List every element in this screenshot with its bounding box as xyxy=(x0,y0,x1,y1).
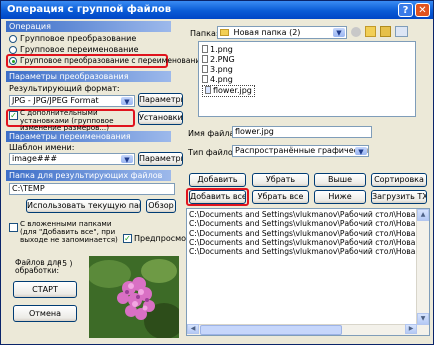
back-icon[interactable] xyxy=(351,27,361,37)
file-name: flower.jpg xyxy=(213,86,252,95)
chevron-down-icon[interactable]: ▼ xyxy=(121,97,133,106)
file-name: 1.png xyxy=(210,45,233,54)
start-button[interactable]: СТАРТ xyxy=(13,281,77,298)
filename-input[interactable]: flower.jpg xyxy=(232,126,372,138)
remove-button[interactable]: Убрать xyxy=(252,173,309,187)
use-current-folder-button[interactable]: Использовать текущую папку xyxy=(26,199,141,213)
folder-label: Папка: xyxy=(190,29,219,38)
conversion-header: Параметры преобразования xyxy=(6,71,171,82)
down-button[interactable]: Ниже xyxy=(314,190,366,204)
output-header: Папка для результирующих файлов xyxy=(6,170,171,181)
format-value: JPG - JPG/JPEG Format xyxy=(12,96,99,105)
cancel-button[interactable]: Отмена xyxy=(13,305,77,322)
load-txt-button[interactable]: Загрузить TXT xyxy=(371,190,427,204)
chevron-down-icon[interactable]: ▼ xyxy=(333,28,345,37)
advanced-label: С дополнительными установками (групповое… xyxy=(20,109,132,132)
preview-checkbox[interactable]: ✓ xyxy=(123,234,132,243)
file-name: 2.PNG xyxy=(210,55,235,64)
title-bar: Операция с группой файлов xyxy=(1,1,433,19)
option-group-convert-label: Групповое преобразование xyxy=(20,34,137,43)
list-item[interactable]: 4.png xyxy=(202,75,233,85)
queue-rows: C:\Documents and Settings\vlukmanov\Рабо… xyxy=(187,210,417,256)
chevron-down-icon[interactable]: ▼ xyxy=(121,155,133,164)
settings-button[interactable]: Установки xyxy=(138,111,183,125)
scroll-up-icon[interactable]: ▲ xyxy=(417,209,429,221)
remove-all-button[interactable]: Убрать все xyxy=(252,190,309,204)
folder-icon xyxy=(220,29,229,36)
template-value: image### xyxy=(12,154,58,163)
subfolders-label: С вложенными папками (для "Добавить все"… xyxy=(20,220,120,244)
file-icon xyxy=(202,65,208,73)
scroll-right-icon[interactable]: ▶ xyxy=(405,324,417,334)
table-row[interactable]: C:\Documents and Settings\vlukmanov\Рабо… xyxy=(187,247,417,256)
table-row[interactable]: C:\Documents and Settings\vlukmanov\Рабо… xyxy=(187,210,417,219)
folder-value: Новая папка (2) xyxy=(233,28,301,37)
operation-header: Операция xyxy=(6,21,171,32)
output-path-input[interactable]: C:\TEMP xyxy=(9,183,175,195)
subfolders-text: С вложенными папками (для "Добавить все"… xyxy=(20,219,118,244)
view-menu-icon[interactable] xyxy=(395,26,408,37)
scroll-down-icon[interactable]: ▼ xyxy=(417,313,429,325)
list-item[interactable]: 1.png xyxy=(202,45,233,55)
file-list[interactable]: 1.png 2.PNG 3.png 4.png flower.jpg xyxy=(198,41,416,117)
up-button[interactable]: Выше xyxy=(314,173,366,187)
files-label-text: Файлов для обработки: xyxy=(15,258,62,275)
scroll-left-icon[interactable]: ◀ xyxy=(187,324,199,334)
file-icon xyxy=(202,75,208,83)
window-title: Операция с группой файлов xyxy=(7,4,172,15)
close-button[interactable]: ✕ xyxy=(415,3,430,17)
sort-button[interactable]: Сортировка xyxy=(371,173,427,187)
up-folder-icon[interactable] xyxy=(365,26,376,37)
browse-button[interactable]: Обзор xyxy=(146,199,176,213)
scroll-thumb[interactable] xyxy=(200,325,342,335)
table-row[interactable]: C:\Documents and Settings\vlukmanov\Рабо… xyxy=(187,219,417,228)
add-button[interactable]: Добавить xyxy=(189,173,246,187)
template-combo[interactable]: image### ▼ xyxy=(9,153,135,165)
help-button[interactable]: ? xyxy=(398,3,413,17)
preview-image xyxy=(89,256,179,338)
list-item[interactable]: flower.jpg xyxy=(202,85,255,97)
filetype-value: Распространённые графические файлы xyxy=(235,146,369,155)
option-convert-rename-label: Групповое преобразование с переименовани… xyxy=(20,56,211,65)
filetype-select[interactable]: Распространённые графические файлы ▼ xyxy=(232,145,369,157)
queue-list[interactable]: C:\Documents and Settings\vlukmanov\Рабо… xyxy=(186,208,430,336)
radio-group-convert[interactable] xyxy=(9,35,17,43)
format-label: Результирующий формат: xyxy=(9,84,120,93)
template-label: Шаблон имени: xyxy=(9,143,75,152)
vertical-scrollbar[interactable]: ▲ ▼ xyxy=(416,209,429,335)
file-name: 3.png xyxy=(210,65,233,74)
chevron-down-icon[interactable]: ▼ xyxy=(355,147,367,156)
radio-convert-rename[interactable] xyxy=(9,57,17,65)
list-item[interactable]: 2.PNG xyxy=(202,55,235,65)
horizontal-scrollbar[interactable]: ◀ ▶ xyxy=(187,324,417,335)
format-select[interactable]: JPG - JPG/JPEG Format ▼ xyxy=(9,95,135,107)
table-row[interactable]: C:\Documents and Settings\vlukmanov\Рабо… xyxy=(187,229,417,238)
new-folder-icon[interactable] xyxy=(380,26,391,37)
folder-combo[interactable]: Новая папка (2) ▼ xyxy=(217,26,347,39)
file-icon xyxy=(205,86,211,94)
table-row[interactable]: C:\Documents and Settings\vlukmanov\Рабо… xyxy=(187,238,417,247)
operation-window: Операция с группой файлов ? ✕ Операция Г… xyxy=(0,0,434,345)
rename-header: Параметры переименования xyxy=(6,131,171,142)
advanced-checkbox[interactable]: ✓ xyxy=(9,111,18,120)
file-icon xyxy=(202,55,208,63)
rename-params-button[interactable]: Параметры xyxy=(138,152,183,166)
radio-group-rename[interactable] xyxy=(9,46,17,54)
option-group-rename-label: Групповое переименование xyxy=(20,45,139,54)
add-all-button[interactable]: Добавить все xyxy=(189,190,246,204)
list-item[interactable]: 3.png xyxy=(202,65,233,75)
files-count: ( 5 ) xyxy=(57,259,73,268)
file-name: 4.png xyxy=(210,75,233,84)
file-icon xyxy=(202,45,208,53)
subfolders-checkbox[interactable] xyxy=(9,223,18,232)
flower-preview xyxy=(89,256,179,338)
filename-label: Имя файла: xyxy=(188,129,238,138)
advanced-text: С дополнительными установками (групповое… xyxy=(20,108,114,132)
format-params-button[interactable]: Параметры xyxy=(138,93,183,107)
